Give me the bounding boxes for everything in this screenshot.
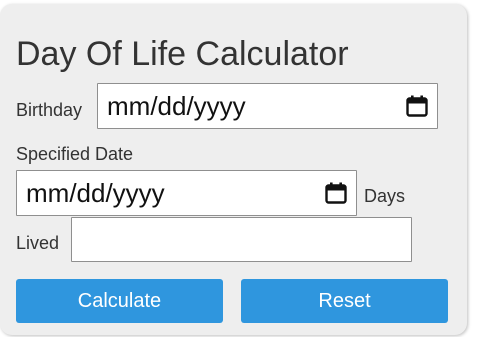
specified-date-input[interactable]: mm/dd/yyyy [16, 170, 357, 216]
days-lived-label-lived: Lived [16, 233, 60, 253]
calculator-title: Day Of Life Calculator [16, 35, 349, 73]
birthday-date-input[interactable]: mm/dd/yyyy [97, 83, 438, 129]
specified-date-text: mm/dd/yyyy [26, 177, 165, 208]
specified-date-label: Specified Date [16, 144, 134, 164]
calendar-icon[interactable] [324, 181, 348, 205]
reset-button[interactable]: Reset [241, 279, 448, 323]
days-lived-input[interactable] [71, 217, 412, 262]
calculate-button[interactable]: Calculate [16, 279, 223, 323]
calendar-icon[interactable] [405, 94, 429, 118]
birthday-label: Birthday [16, 100, 83, 120]
days-lived-label-days: Days [364, 186, 406, 206]
calculator-card: Day Of Life Calculator Birthday mm/dd/yy… [0, 4, 467, 335]
birthday-date-text: mm/dd/yyyy [107, 90, 246, 121]
